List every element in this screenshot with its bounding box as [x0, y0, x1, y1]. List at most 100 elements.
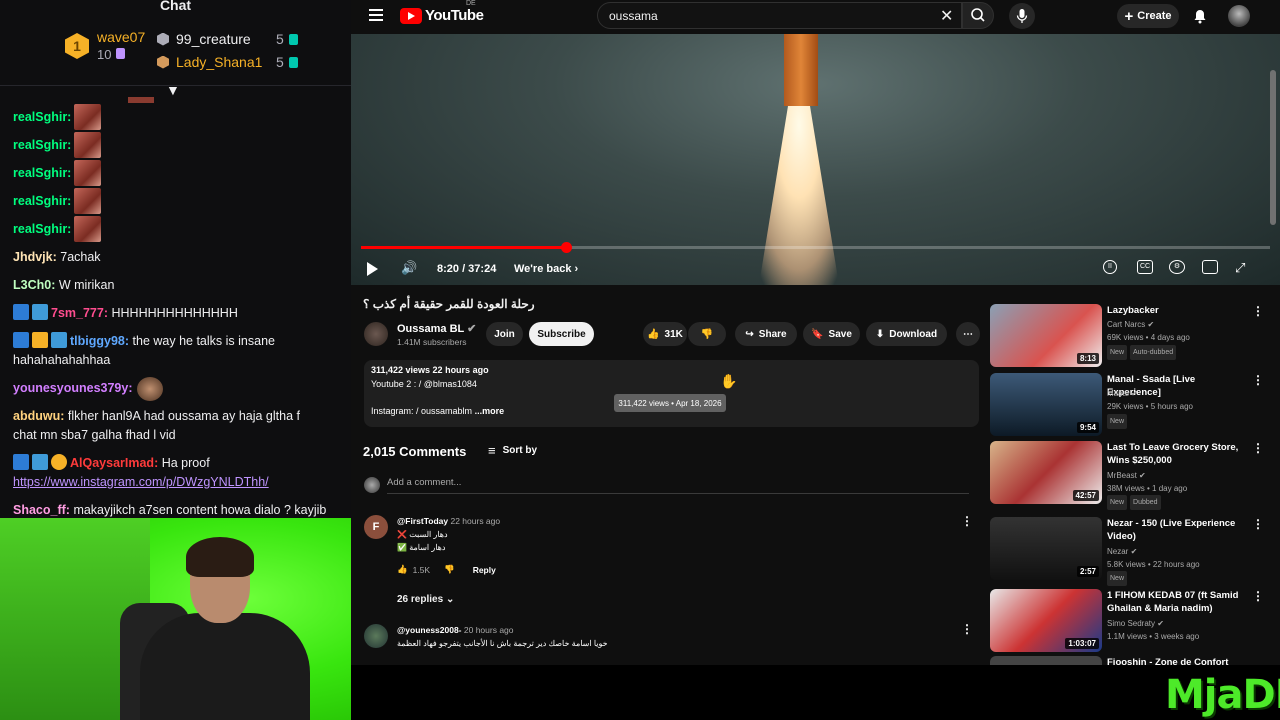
search-icon [971, 8, 985, 22]
search-button[interactable] [962, 2, 994, 29]
leaderboard-name: wave07 [97, 29, 146, 45]
chat-message: abduwu: flkher hanl9A had oussama ay haj… [13, 409, 300, 442]
page-scrollbar[interactable] [1270, 70, 1276, 225]
chapter-button[interactable]: We're back › [514, 263, 578, 275]
settings-gear-icon[interactable]: ⚙ [1169, 260, 1185, 274]
rank-badge: 1 [65, 33, 89, 59]
comment-menu-icon[interactable]: ⋮ [961, 622, 973, 636]
rec-stats: 29K views • 5 hours ago [1107, 402, 1193, 411]
play-button[interactable] [367, 262, 378, 276]
volume-icon[interactable]: 🔊 [401, 260, 417, 276]
emote-image [74, 188, 101, 214]
bronze-rank-icon [157, 55, 169, 69]
share-button[interactable]: ↪ Share [735, 322, 797, 346]
gem-icon [116, 48, 126, 59]
video-thumbnail[interactable]: 2:57 [990, 517, 1102, 580]
collapse-leaderboard-icon[interactable]: ▼ [166, 82, 180, 98]
chat-message: realSghir: [13, 110, 72, 124]
streamer [120, 537, 310, 720]
voice-search-button[interactable] [1009, 3, 1035, 29]
reply-button[interactable]: Reply [473, 565, 496, 575]
rec-channel[interactable]: Nezar ✔ [1107, 545, 1137, 558]
rec-menu-icon[interactable]: ⋮ [1252, 517, 1264, 531]
channel-name[interactable]: Oussama BL ✔ [397, 322, 476, 335]
captions-icon[interactable]: CC [1137, 260, 1153, 274]
leaderboard-entry-2[interactable]: 99_creature 5 [157, 31, 298, 47]
emote-partial [128, 97, 154, 103]
youtube-logo[interactable]: YouTube [400, 7, 484, 24]
rec-channel[interactable]: MrBeast ✔ [1107, 469, 1146, 482]
show-more-link[interactable]: ...more [475, 406, 505, 416]
video-thumbnail[interactable]: 9:54 [990, 373, 1102, 436]
sub-badge-icon [51, 332, 67, 348]
recommended-video[interactable]: 9:54 Manal - Ssada [Live Experience] Man… [990, 373, 1272, 437]
rec-title: 1 FIHOM KEDAB 07 (ft Samid Ghailan & Mar… [1107, 590, 1239, 614]
thumbs-down-icon: 👎 [700, 328, 714, 340]
fullscreen-icon[interactable]: ⤢ [1235, 260, 1245, 276]
recommended-video[interactable]: 42:57 Last To Leave Grocery Store, Wins … [990, 441, 1272, 510]
view-replies-button[interactable]: 26 replies ⌄ [397, 594, 454, 605]
thumbs-up-icon[interactable]: 👍 [397, 564, 408, 575]
leaderboard-name: Lady_Shana1 [176, 54, 263, 70]
chat-link[interactable]: https://www.instagram.com/p/DWzgYNLDThh/ [13, 475, 269, 489]
save-button[interactable]: 🔖 Save [803, 322, 860, 346]
miniplayer-icon[interactable] [1202, 260, 1218, 274]
leaderboard-entry-1[interactable]: 1 wave07 10 [65, 28, 145, 64]
rec-tags: New [1107, 414, 1130, 429]
dislike-button[interactable]: 👎 [688, 322, 726, 346]
rec-menu-icon[interactable]: ⋮ [1252, 589, 1264, 603]
rec-channel[interactable]: Manal ✔ [1107, 387, 1138, 400]
recommended-video[interactable]: 1:03:07 1 FIHOM KEDAB 07 (ft Samid Ghail… [990, 589, 1272, 653]
rec-channel[interactable]: Cart Narcs ✔ [1107, 318, 1154, 331]
comment-menu-icon[interactable]: ⋮ [961, 514, 973, 528]
rec-tags: New Auto-dubbed [1107, 345, 1179, 360]
video-player[interactable]: 🔊 8:20 / 37:24 We're back › II CC ⚙ ⤢ [351, 34, 1280, 285]
subscribe-button[interactable]: Subscribe [529, 322, 594, 346]
chat-message: 7sm_777: HHHHHHHHHHHHHH [13, 304, 343, 323]
microphone-icon [1016, 9, 1028, 23]
progress-bar[interactable] [361, 242, 1270, 253]
clear-search-icon[interactable]: ✕ [940, 6, 953, 26]
commenter-avatar[interactable]: F [364, 515, 388, 539]
rec-menu-icon[interactable]: ⋮ [1252, 441, 1264, 455]
progress-played [361, 246, 567, 249]
join-button[interactable]: Join [486, 322, 523, 346]
duration-badge: 9:54 [1076, 422, 1099, 433]
add-comment-input[interactable]: Add a comment... [387, 477, 969, 494]
rec-stats: 38M views • 1 day ago [1107, 484, 1188, 493]
notifications-bell-icon[interactable] [1192, 8, 1208, 24]
download-button[interactable]: ⬇ Download [866, 322, 947, 346]
channel-avatar[interactable] [364, 322, 388, 346]
rec-title: Fiooshin - Zone de Confort [1107, 657, 1229, 665]
recommended-video[interactable]: 2:57 Nezar - 150 (Live Experience Video)… [990, 517, 1272, 586]
video-thumbnail[interactable] [990, 656, 1102, 665]
like-button[interactable]: 👍 31K [643, 322, 687, 346]
menu-icon[interactable] [369, 9, 383, 21]
chat-message: realSghir: [13, 166, 72, 180]
video-thumbnail[interactable]: 42:57 [990, 441, 1102, 504]
recommended-video[interactable]: 8:13 Lazybacker Cart Narcs ✔ 69K views •… [990, 304, 1272, 368]
commenter-avatar[interactable] [364, 624, 388, 648]
video-thumbnail[interactable]: 8:13 [990, 304, 1102, 367]
rec-menu-icon[interactable]: ⋮ [1252, 373, 1264, 387]
youtube-play-logo-icon [400, 7, 422, 24]
comment-author[interactable]: @youness2008- 20 hours ago [397, 625, 514, 635]
video-thumbnail[interactable]: 1:03:07 [990, 589, 1102, 652]
comment-actions: 👍 1.5K 👎 Reply [397, 564, 496, 575]
thumbs-down-icon[interactable]: 👎 [444, 564, 455, 575]
chat-message: realSghir: [13, 138, 72, 152]
sort-icon: ≡ [488, 443, 496, 458]
create-button[interactable]: + Create [1117, 4, 1179, 28]
account-avatar[interactable] [1228, 5, 1250, 27]
autoplay-toggle-icon[interactable]: II [1103, 260, 1117, 274]
recommended-video[interactable]: Fiooshin - Zone de Confort [990, 656, 1272, 665]
rec-channel[interactable]: Simo Sedraty ✔ [1107, 617, 1164, 630]
scrubber-handle[interactable] [561, 242, 573, 253]
sort-comments-button[interactable]: ≡ Sort by [488, 443, 537, 458]
comment-author[interactable]: @FirstToday 22 hours ago [397, 516, 500, 526]
more-actions-button[interactable]: ⋯ [956, 322, 980, 346]
rec-menu-icon[interactable]: ⋮ [1252, 304, 1264, 318]
search-input[interactable]: oussama ✕ [597, 2, 962, 29]
leaderboard-entry-3[interactable]: Lady_Shana1 5 [157, 54, 298, 70]
chat-message: Shaco_ff: makayjikch a7sen content howa … [13, 503, 327, 517]
